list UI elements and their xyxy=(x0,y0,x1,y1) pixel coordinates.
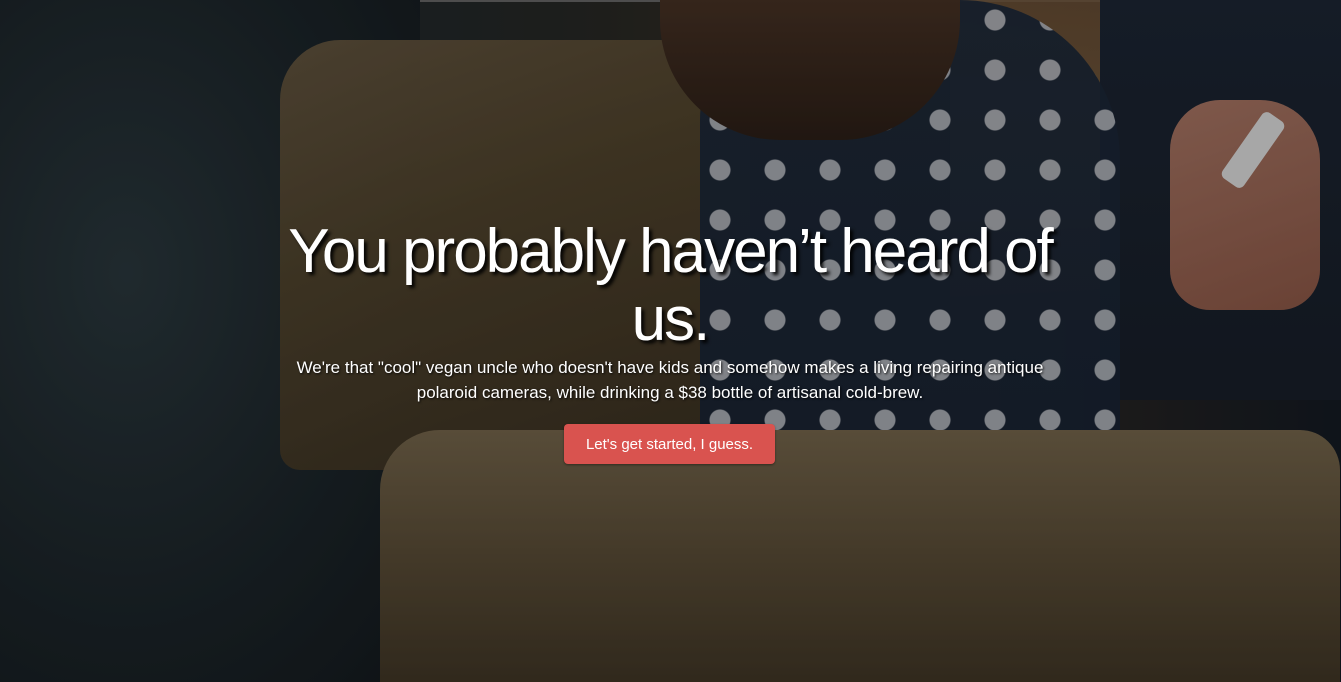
hero-subtext: We're that "cool" vegan uncle who doesn'… xyxy=(296,358,1044,402)
hero-section: You probably haven’t heard of us. We're … xyxy=(0,0,1341,682)
hero-headline: You probably haven’t heard of us. xyxy=(288,217,1054,354)
get-started-button[interactable]: Let's get started, I guess. xyxy=(564,424,775,464)
